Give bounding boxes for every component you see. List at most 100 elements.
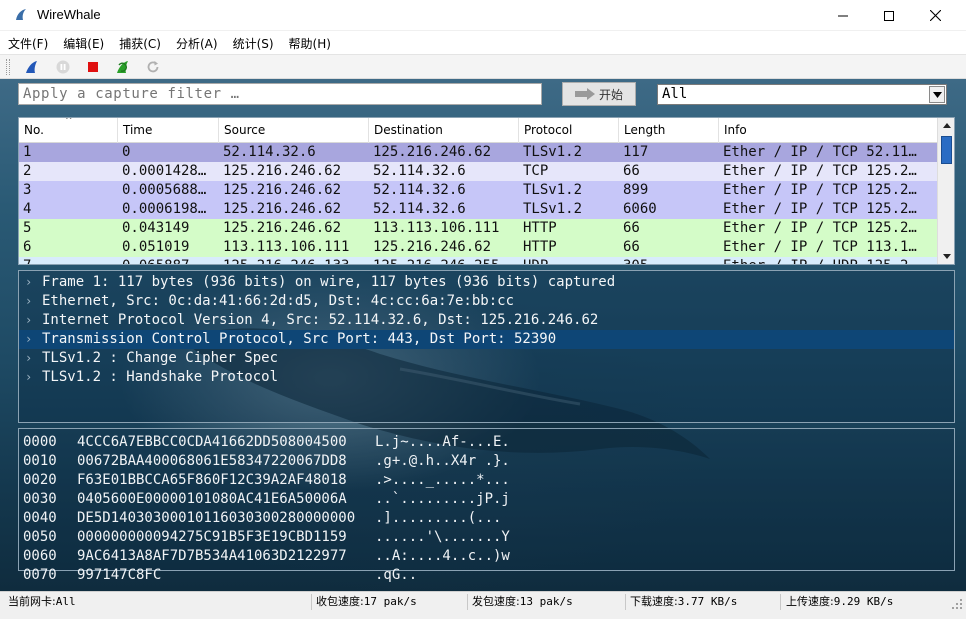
maximize-button[interactable]: [866, 0, 912, 31]
hex-ascii[interactable]: .].........(...: [375, 509, 501, 528]
toolbar-grip[interactable]: [6, 59, 10, 75]
hex-ascii[interactable]: .g+.@.h..X4r .}.: [375, 452, 510, 471]
column-header-info[interactable]: Info: [719, 118, 937, 143]
column-header-length[interactable]: Length: [619, 118, 719, 143]
detail-tree-item[interactable]: › TLSv1.2 : Handshake Protocol: [19, 368, 954, 387]
hex-row: 0060 9AC6413A8AF7D7B534A41063D2122977 ..A:…: [19, 547, 949, 566]
status-send-rate: 发包速度:13 pak/s: [472, 595, 573, 608]
table-row[interactable]: 3 0.0005688… 125.216.246.62 52.114.32.6 TLSv…: [19, 181, 937, 200]
table-row[interactable]: 6 0.051019 113.113.106.111 125.216.246.62 HT…: [19, 238, 937, 257]
table-row[interactable]: 1 0 52.114.32.6 125.216.246.62 TLSv1.2 117 Eth…: [19, 143, 937, 162]
hex-ascii[interactable]: ..A:....4..c..)w: [375, 547, 510, 566]
scroll-up-button[interactable]: [940, 119, 953, 132]
status-separator: [625, 594, 626, 610]
menu-edit[interactable]: 编辑(E): [55, 31, 111, 53]
table-cell-src: 125.216.246.62: [223, 201, 342, 217]
column-header-no[interactable]: ^ No.: [19, 118, 118, 143]
hex-ascii[interactable]: ..`.........jP.j: [375, 490, 510, 509]
hex-ascii[interactable]: ......'\.......Y: [375, 528, 510, 547]
hex-offset[interactable]: 0050: [23, 528, 57, 547]
minimize-button[interactable]: [820, 0, 866, 31]
hex-offset[interactable]: 0000: [23, 433, 57, 452]
chevron-right-icon[interactable]: ›: [25, 330, 37, 349]
hex-bytes[interactable]: 4CCC6A7EBBCC0CDA41662DD508004500: [77, 433, 347, 452]
pause-capture-button[interactable]: [54, 58, 72, 76]
capture-filter-input[interactable]: [18, 83, 542, 105]
stop-capture-button[interactable]: [84, 58, 102, 76]
status-current-nic: 当前网卡:All: [8, 595, 76, 608]
detail-tree-item[interactable]: › Transmission Control Protocol, Src Port…: [19, 330, 954, 349]
scrollbar-thumb[interactable]: [941, 136, 952, 164]
hex-ascii[interactable]: .qG..: [375, 566, 417, 585]
start-capture-button[interactable]: [23, 58, 41, 76]
chevron-right-icon[interactable]: ›: [25, 349, 37, 368]
column-header-time[interactable]: Time: [118, 118, 219, 143]
menu-capture[interactable]: 捕获(C): [111, 31, 168, 53]
column-header-source[interactable]: Source: [219, 118, 369, 143]
menu-analyze[interactable]: 分析(A): [168, 31, 225, 53]
chevron-right-icon[interactable]: ›: [25, 368, 37, 387]
maximize-icon: [884, 10, 894, 21]
scroll-down-button[interactable]: [940, 250, 953, 263]
chevron-right-icon[interactable]: ›: [25, 273, 37, 292]
table-cell-proto: UDP: [519, 257, 619, 264]
table-row[interactable]: 2 0.0001428… 125.216.246.62 52.114.32.6 TCP 6…: [19, 162, 937, 181]
table-cell-src: 52.114.32.6: [223, 144, 316, 160]
hex-ascii[interactable]: .>...._.....*...: [375, 471, 510, 490]
detail-tree-item-label: TLSv1.2 : Handshake Protocol: [42, 369, 279, 385]
table-cell-dst: 125.216.246.255: [369, 257, 519, 264]
table-cell-src: 125.216.246.62: [223, 163, 342, 179]
hex-bytes[interactable]: F63E01BBCCA65F860F12C39A2AF48018: [77, 471, 347, 490]
hex-ascii[interactable]: L.j~....Af-...E.: [375, 433, 510, 452]
detail-tree-item[interactable]: › Frame 1: 117 bytes (936 bits) on wire, …: [19, 273, 954, 292]
menu-help[interactable]: 帮助(H): [281, 31, 338, 53]
hex-bytes[interactable]: 000000000094275C91B5F3E19CBD1159: [77, 528, 347, 547]
column-header-protocol[interactable]: Protocol: [519, 118, 619, 143]
hex-row: 0010 00672BAA400068061E58347220067DD8 .g+.…: [19, 452, 949, 471]
detail-tree-item[interactable]: › Internet Protocol Version 4, Src: 52.11…: [19, 311, 954, 330]
column-header-destination[interactable]: Destination: [369, 118, 519, 143]
table-row[interactable]: 5 0.043149 125.216.246.62 113.113.106.111 HT…: [19, 219, 937, 238]
hex-bytes[interactable]: 00672BAA400068061E58347220067DD8: [77, 452, 347, 471]
close-button[interactable]: [912, 0, 958, 31]
hex-offset[interactable]: 0060: [23, 547, 57, 566]
interface-select[interactable]: All: [657, 84, 947, 105]
hex-bytes[interactable]: 9AC6413A8AF7D7B534A41063D2122977: [77, 547, 347, 566]
detail-tree-item[interactable]: › Ethernet, Src: 0c:da:41:66:2d:d5, Dst: …: [19, 292, 954, 311]
detail-tree-item-label: Frame 1: 117 bytes (936 bits) on wire, 1…: [42, 274, 616, 290]
start-button[interactable]: 开始: [562, 82, 636, 106]
table-row[interactable]: 4 0.0006198… 125.216.246.62 52.114.32.6 TLSv…: [19, 200, 937, 219]
hex-offset[interactable]: 0040: [23, 509, 57, 528]
restart-capture-button[interactable]: [114, 58, 132, 76]
detail-tree-item-label: TLSv1.2 : Change Cipher Spec: [42, 350, 279, 366]
detail-tree-item[interactable]: › TLSv1.2 : Change Cipher Spec: [19, 349, 954, 368]
hex-offset[interactable]: 0020: [23, 471, 57, 490]
refresh-button[interactable]: [144, 58, 162, 76]
toolbar: [0, 54, 966, 79]
table-cell-dst: 125.216.246.62: [373, 239, 492, 255]
table-cell-info: Ether / IP / TCP 125.2…: [723, 220, 917, 236]
table-cell-dst: 113.113.106.111: [373, 220, 500, 236]
hex-row: 0070 997147C8FC .qG..: [19, 566, 949, 585]
menu-statistics[interactable]: 统计(S): [225, 31, 281, 53]
hex-bytes[interactable]: 0405600E00000101080AC41E6A50006A: [77, 490, 347, 509]
chevron-right-icon[interactable]: ›: [25, 292, 37, 311]
hex-bytes[interactable]: DE5D14030300010116030300280000000: [77, 509, 355, 528]
hex-offset[interactable]: 0070: [23, 566, 57, 585]
table-cell-time: 0.065887: [118, 257, 219, 264]
chevron-right-icon[interactable]: ›: [25, 311, 37, 330]
dropdown-arrow[interactable]: [929, 86, 945, 103]
hex-bytes[interactable]: 997147C8FC: [77, 566, 161, 585]
hex-row: 0040 DE5D14030300010116030300280000000.].…: [19, 509, 949, 528]
table-cell-proto: TCP: [523, 163, 549, 179]
chevron-down-icon: [932, 91, 942, 98]
menu-file[interactable]: 文件(F): [0, 31, 55, 53]
hex-offset[interactable]: 0010: [23, 452, 57, 471]
table-cell-info: Ether / IP / TCP 125.2…: [723, 182, 917, 198]
table-row[interactable]: 70.065887125.216.246.133125.216.246.255U…: [19, 257, 937, 264]
status-bar: 当前网卡:All 收包速度:17 pak/s 发包速度:13 pak/s 下载速…: [0, 591, 966, 619]
resize-grip-icon[interactable]: [951, 598, 963, 610]
minimize-icon: [838, 15, 848, 16]
hex-offset[interactable]: 0030: [23, 490, 57, 509]
packet-list-scrollbar[interactable]: [937, 118, 954, 264]
